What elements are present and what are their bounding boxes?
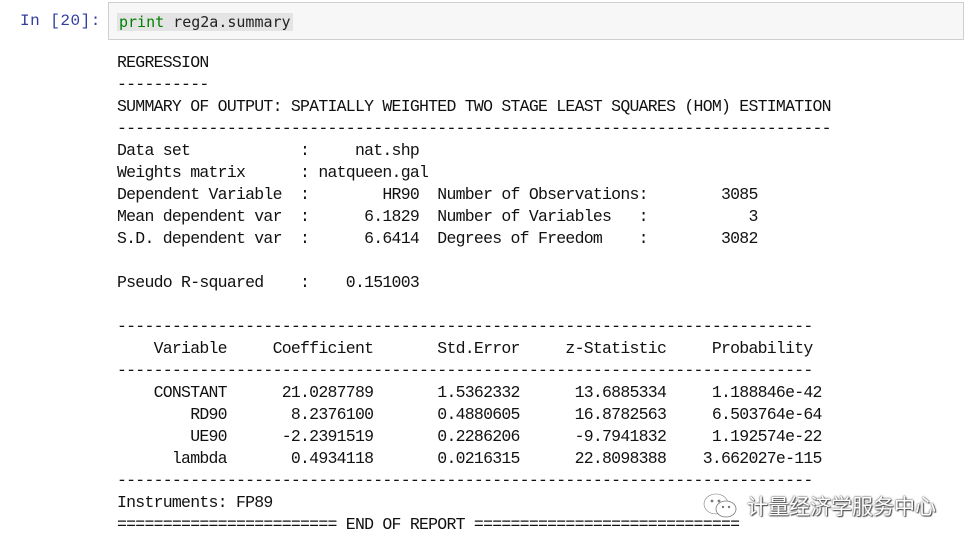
watermark-text: 计量经济学服务中心 <box>747 495 936 519</box>
output-line: ----------------------------------------… <box>117 119 832 138</box>
output-line: ----------------------------------------… <box>117 471 813 490</box>
output-line: UE90 -2.2391519 0.2286206 -9.7941832 1.1… <box>117 427 822 446</box>
output-line: ----------------------------------------… <box>117 317 813 336</box>
output-line: S.D. dependent var : 6.6414 Degrees of F… <box>117 229 758 248</box>
output-line: ----------------------------------------… <box>117 361 813 380</box>
output-line: Mean dependent var : 6.1829 Number of Va… <box>117 207 758 226</box>
output-line: Instruments: FP89 <box>117 493 273 512</box>
output-line: REGRESSION <box>117 53 209 72</box>
output-line: Dependent Variable : HR90 Number of Obse… <box>117 185 758 204</box>
output-line: ---------- <box>117 75 209 94</box>
output-line: SUMMARY OF OUTPUT: SPATIALLY WEIGHTED TW… <box>117 97 832 116</box>
code-line[interactable]: print reg2a.summary <box>117 13 293 31</box>
output-line: RD90 8.2376100 0.4880605 16.8782563 6.50… <box>117 405 822 424</box>
wechat-icon <box>702 492 737 518</box>
output-line: Data set : nat.shp <box>117 141 420 160</box>
output-line: Weights matrix : natqueen.gal <box>117 163 429 182</box>
output-line: lambda 0.4934118 0.0216315 22.8098388 3.… <box>117 449 823 468</box>
output-line: CONSTANT 21.0287789 1.5362332 13.6885334… <box>117 383 823 402</box>
code-keyword: print <box>119 13 165 31</box>
code-expression: reg2a.summary <box>164 13 291 31</box>
code-cell-input[interactable]: print reg2a.summary <box>108 2 964 40</box>
output-line: Pseudo R-squared : 0.151003 <box>117 273 420 292</box>
cell-prompt: In [20]: <box>20 12 101 30</box>
cell-output: REGRESSION ---------- SUMMARY OF OUTPUT:… <box>117 52 832 536</box>
watermark: 计量经济学服务中心 <box>701 491 936 521</box>
output-line: Variable Coefficient Std.Error z-Statist… <box>117 339 814 358</box>
output-line: ======================== END OF REPORT =… <box>117 515 740 534</box>
